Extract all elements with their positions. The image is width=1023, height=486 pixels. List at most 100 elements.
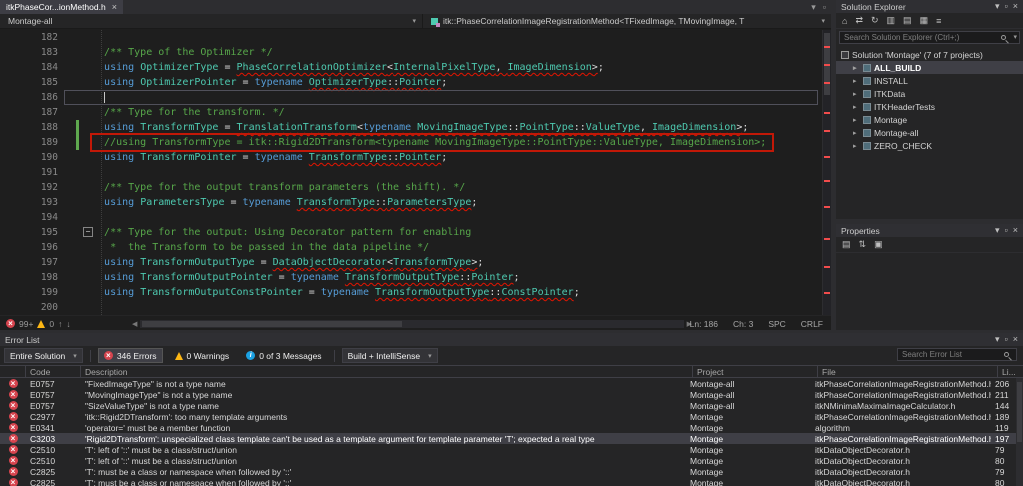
code-line[interactable]: 200	[0, 300, 831, 315]
document-health-indicator[interactable]: 99+ 0 ↑ ↓	[6, 316, 71, 331]
code-line[interactable]: 197 using TransformOutputType = DataObje…	[0, 255, 831, 270]
close-icon[interactable]: ×	[1013, 334, 1018, 345]
column-header-description[interactable]: Description	[81, 366, 693, 377]
close-icon[interactable]: ×	[1013, 1, 1018, 12]
code-line[interactable]: 189 //using TransformType = itk::Rigid2D…	[0, 133, 831, 152]
error-search-input[interactable]	[897, 348, 1017, 361]
sidebar-item-all_build[interactable]: ▸ ALL_BUILD	[836, 61, 1023, 74]
code-line[interactable]: 186	[0, 90, 831, 105]
code-line[interactable]: 192 /** Type for the output transform pa…	[0, 180, 831, 195]
scrollbar-thumb[interactable]	[142, 320, 403, 327]
scroll-left-icon[interactable]: ◀	[132, 320, 137, 328]
code-line[interactable]: 195− /** Type for the output: Using Deco…	[0, 225, 831, 240]
error-list-scrollbar[interactable]	[1016, 378, 1023, 486]
editor-vertical-scrollbar[interactable]	[822, 30, 831, 315]
error-row[interactable]: E0341 'operator=' must be a member functi…	[0, 422, 1016, 433]
code-line[interactable]: 193 using ParametersType = typename Tran…	[0, 195, 831, 210]
scope-filter-dropdown[interactable]: Entire Solution ▾	[4, 348, 83, 363]
collapse-all-icon[interactable]: ▤	[903, 15, 912, 26]
sidebar-item-montage-all[interactable]: ▸ Montage-all	[836, 126, 1023, 139]
sync-with-active-document-icon[interactable]: ⇄	[855, 15, 863, 26]
code-line[interactable]: 196 * the Transform to be passed in the …	[0, 240, 831, 255]
scrollbar-track[interactable]	[140, 319, 684, 328]
show-all-files-icon[interactable]: ▥	[887, 15, 896, 26]
error-row[interactable]: C2977 'itk::Rigid2DTransform': too many t…	[0, 411, 1016, 422]
code-editor[interactable]: 182 183 /** Type of the Optimizer */184 u…	[0, 30, 831, 315]
column-header-line[interactable]: Li...	[998, 366, 1023, 377]
window-position-icon[interactable]: ▾	[995, 334, 1000, 345]
code-line[interactable]: 182	[0, 30, 831, 45]
line-ending-indicator[interactable]: CRLF	[801, 319, 823, 329]
errors-filter-button[interactable]: 346 Errors	[97, 348, 163, 363]
pin-icon[interactable]: ▫	[1005, 225, 1008, 236]
expander-icon[interactable]: ▸	[853, 90, 860, 98]
home-icon[interactable]: ⌂	[842, 16, 847, 26]
categorized-icon[interactable]: ▤	[842, 239, 851, 250]
solution-root-item[interactable]: Solution 'Montage' (7 of 7 projects)	[836, 48, 1023, 61]
close-icon[interactable]: ×	[112, 2, 117, 12]
error-row[interactable]: E0757 "SizeValueType" is not a type name M…	[0, 400, 1016, 411]
sidebar-item-install[interactable]: ▸ INSTALL	[836, 74, 1023, 87]
close-icon[interactable]: ×	[1013, 225, 1018, 236]
error-row[interactable]: C2510 'T': left of '::' must be a class/s…	[0, 455, 1016, 466]
window-position-icon[interactable]: ▾	[995, 1, 1000, 12]
sidebar-item-itkheadertests[interactable]: ▸ ITKHeaderTests	[836, 100, 1023, 113]
error-row[interactable]: E0757 "FixedImageType" is not a type name…	[0, 378, 1016, 389]
scrollbar-thumb[interactable]	[1017, 382, 1022, 442]
error-row[interactable]: C2825 'T': must be a class or namespace w…	[0, 477, 1016, 486]
previous-issue-icon[interactable]: ↑	[58, 319, 62, 329]
code-line[interactable]: 184 using OptimizerType = PhaseCorrelati…	[0, 60, 831, 75]
document-tab[interactable]: itkPhaseCor...ionMethod.h ×	[0, 0, 123, 14]
editor-horizontal-scrollbar[interactable]: ◀ ▶	[132, 319, 692, 328]
code-line[interactable]: 194	[0, 210, 831, 225]
column-header-file[interactable]: File	[818, 366, 998, 377]
float-window-icon[interactable]: ▫	[823, 2, 826, 12]
column-header-project[interactable]: Project	[693, 366, 818, 377]
column-header-severity[interactable]	[0, 366, 26, 377]
error-row[interactable]: E0757 "MovingImageType" is not a type nam…	[0, 389, 1016, 400]
code-line[interactable]: 199 using TransformOutputConstPointer = …	[0, 285, 831, 300]
error-row[interactable]: C2825 'T': must be a class or namespace w…	[0, 466, 1016, 477]
next-issue-icon[interactable]: ↓	[66, 319, 70, 329]
sidebar-item-montage[interactable]: ▸ Montage	[836, 113, 1023, 126]
error-row[interactable]: C2510 'T': left of '::' must be a class/s…	[0, 444, 1016, 455]
panel-title-bar[interactable]: Properties ▾ ▫ ×	[836, 224, 1023, 237]
source-filter-dropdown[interactable]: Build + IntelliSense ▾	[341, 348, 438, 363]
expander-icon[interactable]: ▸	[853, 64, 860, 72]
code-line[interactable]: 191	[0, 165, 831, 180]
error-row[interactable]: C3203 'Rigid2DTransform': unspecialized c…	[0, 433, 1016, 444]
expander-icon[interactable]: ▸	[853, 129, 860, 137]
code-line[interactable]: 198 using TransformOutputPointer = typen…	[0, 270, 831, 285]
project-icon	[863, 89, 871, 98]
pin-icon[interactable]: ▫	[1005, 1, 1008, 12]
project-dropdown[interactable]: Montage-all ▾	[0, 14, 423, 28]
menu-icon[interactable]: ≡	[936, 16, 941, 26]
code-line[interactable]: 187 /** Type for the transform. */	[0, 105, 831, 120]
properties-icon[interactable]: ▦	[920, 15, 929, 26]
warnings-filter-button[interactable]: 0 Warnings	[170, 348, 235, 363]
expander-icon[interactable]: ▸	[853, 142, 860, 150]
pin-icon[interactable]: ▫	[1005, 334, 1008, 345]
property-pages-icon[interactable]: ▣	[874, 239, 883, 250]
chevron-down-icon[interactable]: ▾	[1013, 33, 1017, 41]
expander-icon[interactable]: ▸	[853, 77, 860, 85]
code-line[interactable]: 185 using OptimizerPointer = typename Op…	[0, 75, 831, 90]
sidebar-item-itkdata[interactable]: ▸ ITKData	[836, 87, 1023, 100]
code-line[interactable]: 183 /** Type of the Optimizer */	[0, 45, 831, 60]
indent-mode-indicator[interactable]: SPC	[768, 319, 785, 329]
panel-title-bar[interactable]: Error List ▾ ▫ ×	[0, 333, 1023, 346]
panel-title-bar[interactable]: Solution Explorer ▾ ▫ ×	[836, 0, 1023, 13]
code-line[interactable]: 188 using TransformType = TranslationTra…	[0, 120, 831, 135]
column-header-code[interactable]: Code	[26, 366, 81, 377]
expander-icon[interactable]: ▸	[853, 103, 860, 111]
solution-search-input[interactable]	[839, 31, 1020, 44]
scope-dropdown[interactable]: itk::PhaseCorrelationImageRegistrationMe…	[423, 14, 831, 28]
refresh-icon[interactable]: ↻	[871, 15, 879, 26]
code-line[interactable]: 190 using TransformPointer = typename Tr…	[0, 150, 831, 165]
window-position-icon[interactable]: ▾	[995, 225, 1000, 236]
document-list-chevron-icon[interactable]: ▾	[811, 2, 816, 13]
sidebar-item-zero_check[interactable]: ▸ ZERO_CHECK	[836, 139, 1023, 152]
alphabetical-icon[interactable]: ⇅	[859, 239, 867, 250]
expander-icon[interactable]: ▸	[853, 116, 860, 124]
messages-filter-button[interactable]: 0 of 3 Messages	[241, 348, 326, 363]
